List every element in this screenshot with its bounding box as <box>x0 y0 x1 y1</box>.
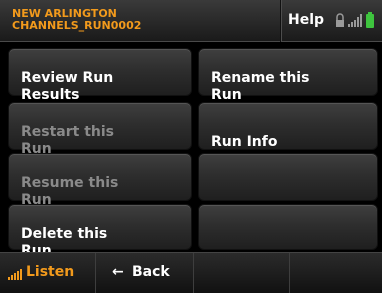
restart-run-button[interactable]: Restart this Run <box>8 102 192 157</box>
back-arrow-icon: ← <box>112 264 124 280</box>
lock-icon <box>336 13 344 27</box>
run-info-button[interactable]: Run Info <box>198 102 378 150</box>
delete-run-button[interactable]: Delete this Run <box>8 204 192 259</box>
rename-run-button[interactable]: Rename this Run <box>198 48 378 103</box>
status-icons <box>336 12 374 28</box>
bottom-bar: Listen ← Back <box>0 252 382 293</box>
empty-slot-button <box>198 204 378 250</box>
signal-bars-icon <box>348 14 362 27</box>
run-title-line2: CHANNELS_RUN0002 <box>12 19 142 32</box>
run-info-label: Run Info <box>211 134 278 150</box>
volume-bars-icon <box>8 269 22 280</box>
back-label: Back <box>132 264 170 280</box>
empty-slot-button <box>198 153 378 201</box>
back-button[interactable]: ← Back <box>96 253 194 293</box>
resume-run-button[interactable]: Resume this Run <box>8 153 192 208</box>
rename-run-label: Rename this Run <box>211 70 310 103</box>
top-bar: NEW ARLINGTON CHANNELS_RUN0002 Help <box>0 0 382 42</box>
review-run-results-button[interactable]: Review Run Results <box>8 48 192 103</box>
battery-icon <box>366 12 374 28</box>
review-run-results-label: Review Run Results <box>21 70 114 103</box>
listen-button[interactable]: Listen <box>0 253 96 293</box>
header-divider <box>280 0 282 42</box>
help-button[interactable]: Help <box>288 12 324 28</box>
footer-empty-tab <box>290 253 382 293</box>
listen-label: Listen <box>26 264 75 280</box>
footer-empty-tab <box>194 253 290 293</box>
run-title: NEW ARLINGTON CHANNELS_RUN0002 <box>12 8 272 32</box>
